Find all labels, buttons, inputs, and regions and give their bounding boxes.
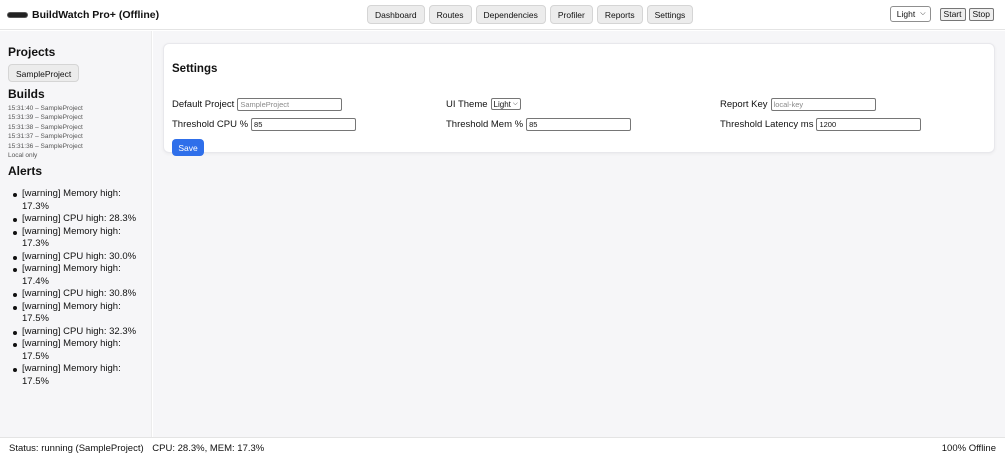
alerts-heading: Alerts (8, 164, 43, 179)
ui-theme-value: Light (493, 99, 511, 109)
threshold-latency-label: Threshold Latency ms (720, 119, 814, 130)
ui-theme-field: UI Theme Light ⌵ (446, 98, 521, 110)
save-button[interactable]: Save (172, 139, 204, 156)
threshold-mem-label: Threshold Mem % (446, 119, 524, 130)
threshold-mem-input[interactable]: 85 (526, 118, 632, 131)
theme-select[interactable]: Light ⌵ (889, 6, 931, 22)
settings-title: Settings (172, 63, 218, 75)
nav-dashboard[interactable]: Dashboard (367, 5, 425, 24)
alert-item: [warning] Memory high: 17.3% (13, 226, 137, 251)
project-item[interactable]: SampleProject (8, 64, 80, 82)
nav-routes[interactable]: Routes (428, 5, 472, 24)
projects-heading: Projects (8, 45, 56, 59)
report-key-field: Report Key local-key (720, 98, 876, 111)
alert-item: [warning] Memory high: 17.3% (13, 188, 137, 213)
default-project-input[interactable]: SampleProject (237, 98, 343, 111)
nav-dependencies[interactable]: Dependencies (475, 5, 546, 24)
alert-item: [warning] Memory high: 17.5% (13, 338, 137, 363)
threshold-cpu-label: Threshold CPU % (172, 119, 249, 130)
builds-note: Local only (8, 152, 38, 160)
alert-item: [warning] CPU high: 30.0% (13, 250, 137, 262)
nav-settings[interactable]: Settings (646, 5, 694, 24)
alert-item: [warning] Memory high: 17.4% (13, 263, 137, 288)
alert-item: [warning] CPU high: 32.3% (13, 325, 137, 337)
build-item: 15:31:39 – SampleProject (8, 114, 83, 122)
threshold-mem-field: Threshold Mem % 85 (446, 118, 632, 131)
status-left: Status: running (SampleProject) CPU: 28.… (9, 443, 270, 454)
brand: BuildWatch Pro+ (Offline) (8, 0, 159, 30)
chevron-down-icon: ⌵ (920, 10, 926, 17)
app-logo-icon (8, 13, 27, 17)
report-key-label: Report Key (720, 99, 768, 110)
nav-profiler[interactable]: Profiler (549, 5, 593, 24)
nav-reports[interactable]: Reports (596, 5, 643, 24)
alerts-list: [warning] Memory high: 17.3% [warning] C… (8, 188, 143, 388)
app-title: BuildWatch Pro+ (Offline) (32, 9, 160, 21)
default-project-label: Default Project (172, 99, 235, 110)
main-content: Settings Default Project SampleProject U… (153, 31, 1005, 437)
ui-theme-label: UI Theme (446, 98, 488, 110)
status-text: Status: running (SampleProject) (9, 443, 144, 454)
ui-theme-select[interactable]: Light ⌵ (490, 98, 521, 110)
projects-section: Projects SampleProject (8, 45, 143, 82)
build-item: 15:31:36 – SampleProject (8, 142, 83, 150)
report-key-input[interactable]: local-key (770, 98, 876, 111)
chevron-down-icon: ⌵ (512, 100, 518, 107)
status-offline: 100% Offline (941, 443, 996, 454)
threshold-latency-input[interactable]: 1200 (816, 118, 922, 131)
builds-heading: Builds (8, 87, 45, 101)
alert-item: [warning] Memory high: 17.5% (13, 301, 137, 326)
builds-section: Builds 15:31:40 – SampleProject 15:31:39… (8, 87, 143, 160)
settings-card: Settings Default Project SampleProject U… (163, 43, 995, 156)
alert-item: [warning] Memory high: 17.5% (13, 363, 137, 388)
build-item: 15:31:40 – SampleProject (8, 105, 83, 112)
start-button[interactable]: Start (939, 7, 966, 21)
build-item: 15:31:37 – SampleProject (8, 133, 83, 141)
threshold-cpu-field: Threshold CPU % 85 (172, 118, 357, 131)
status-bar: Status: running (SampleProject) CPU: 28.… (0, 437, 1005, 459)
header-controls: Light ⌵ Start Stop (889, 6, 994, 22)
status-metrics: CPU: 28.3%, MEM: 17.3% (152, 443, 265, 454)
default-project-field: Default Project SampleProject (172, 98, 343, 111)
theme-select-value: Light (896, 9, 916, 19)
alert-item: [warning] CPU high: 30.8% (13, 288, 137, 300)
threshold-cpu-input[interactable]: 85 (251, 118, 357, 131)
alerts-section: Alerts [warning] Memory high: 17.3% [war… (8, 164, 143, 388)
threshold-latency-field: Threshold Latency ms 1200 (720, 118, 922, 131)
stop-button[interactable]: Stop (968, 7, 994, 21)
build-item: 15:31:38 – SampleProject (8, 123, 83, 131)
main-nav: Dashboard Routes Dependencies Profiler R… (367, 5, 697, 24)
alert-item: [warning] CPU high: 28.3% (13, 213, 137, 225)
top-bar: BuildWatch Pro+ (Offline) Dashboard Rout… (0, 0, 1005, 30)
sidebar: Projects SampleProject Builds 15:31:40 –… (0, 31, 152, 437)
